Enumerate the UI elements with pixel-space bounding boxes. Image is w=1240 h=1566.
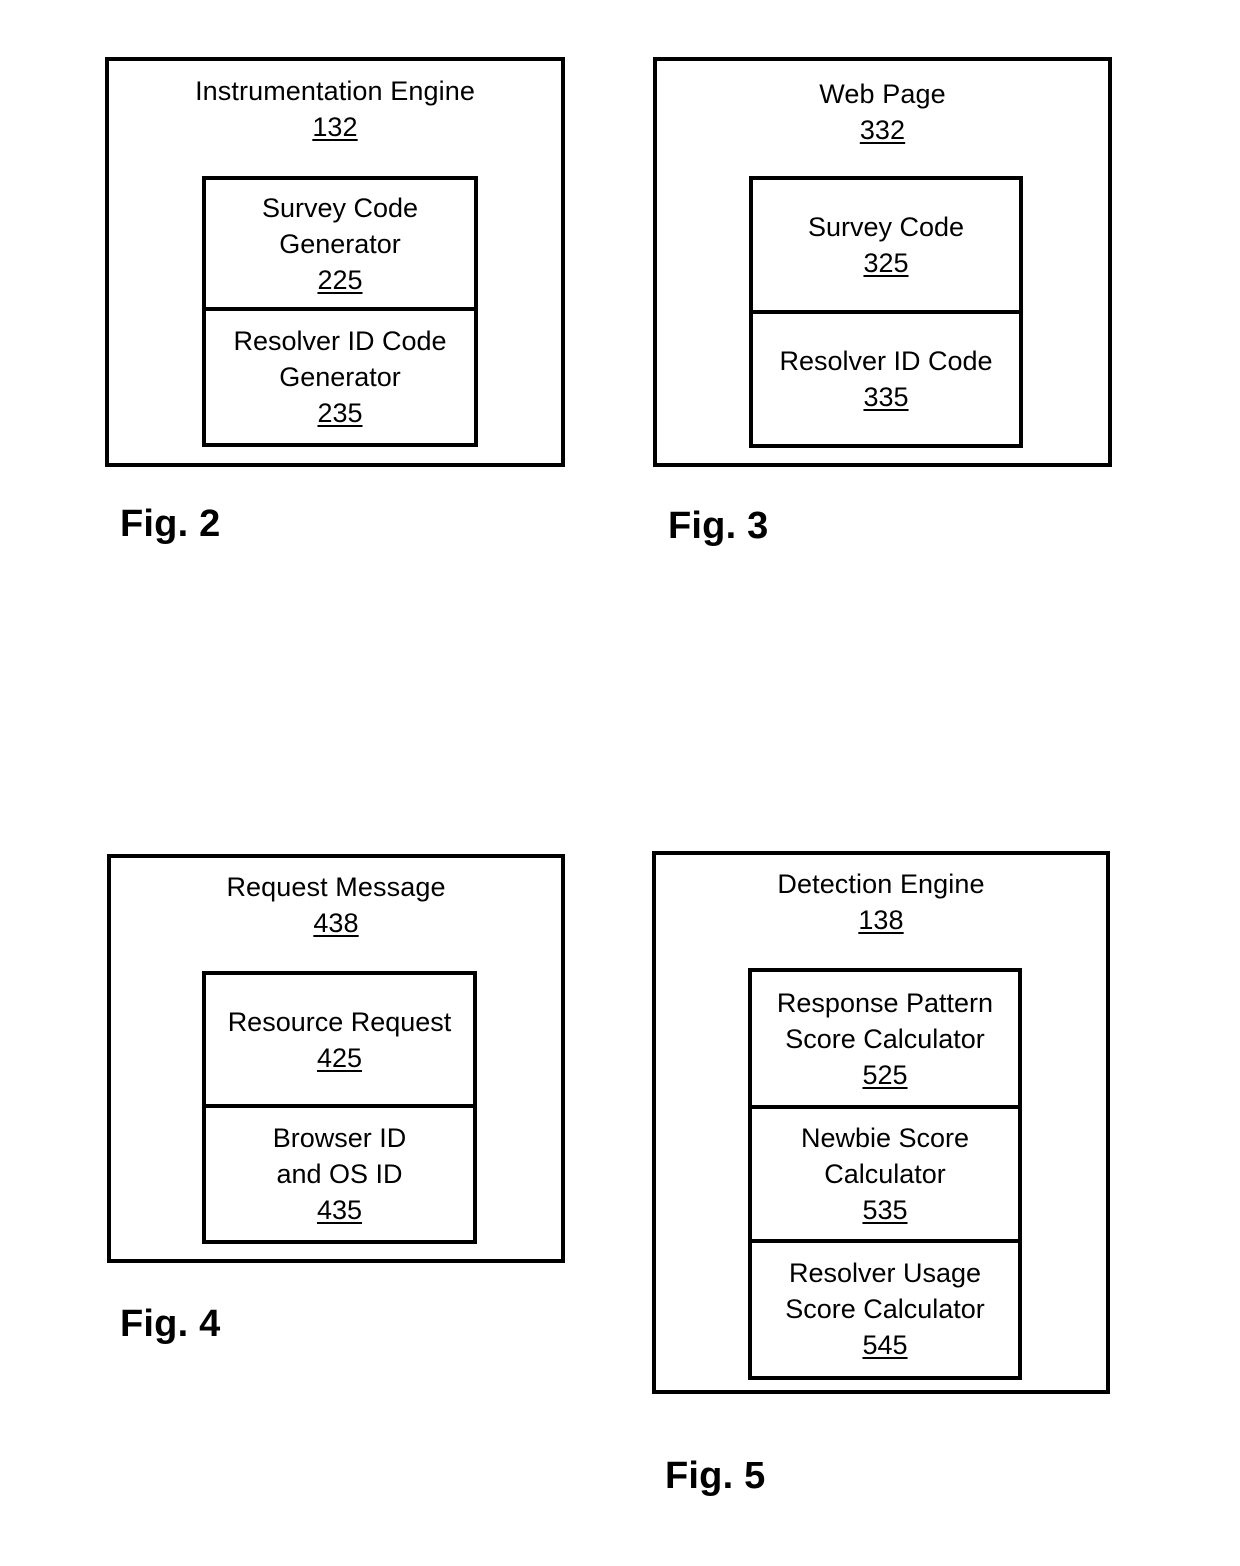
cell-line-1: Resolver ID Code — [779, 346, 993, 376]
response-pattern-score-calculator-cell: Response Pattern Score Calculator 525 — [752, 972, 1018, 1105]
box-reference-number: 132 — [312, 112, 358, 142]
cell-reference-number: 235 — [317, 398, 363, 429]
cell-line-1: Survey Code — [807, 212, 965, 242]
cell-line-2: Generator — [279, 362, 401, 393]
detection-engine-box: Detection Engine 138 Response Pattern Sc… — [652, 851, 1110, 1394]
web-page-title: Web Page 332 — [657, 76, 1108, 148]
box-title-text: Web Page — [819, 79, 946, 109]
survey-code-generator-cell: Survey Code Generator 225 — [206, 180, 474, 307]
cell-line-2: Score Calculator — [785, 1023, 985, 1054]
detection-engine-title: Detection Engine 138 — [656, 866, 1106, 938]
figure-4-caption: Fig. 4 — [120, 1303, 221, 1345]
resource-request-cell: Resource Request 425 — [206, 975, 473, 1104]
cell-reference-number: 535 — [862, 1195, 908, 1225]
web-page-box: Web Page 332 Survey Code 325 Resolver ID… — [653, 57, 1112, 467]
box-title-text: Request Message — [226, 872, 446, 902]
cell-line-1: Resolver Usage — [788, 1258, 982, 1289]
box-reference-number: 438 — [313, 908, 359, 938]
cell-reference-number: 335 — [863, 382, 909, 412]
figure-5-caption: Fig. 5 — [665, 1455, 766, 1497]
figure-2-caption: Fig. 2 — [120, 503, 221, 545]
request-message-modules: Resource Request 425 Browser ID and OS I… — [202, 971, 477, 1244]
resolver-id-code-generator-cell: Resolver ID Code Generator 235 — [206, 307, 474, 443]
resolver-usage-score-calculator-cell: Resolver Usage Score Calculator 545 — [752, 1238, 1018, 1376]
request-message-box: Request Message 438 Resource Request 425… — [107, 854, 565, 1263]
browser-id-and-os-id-cell: Browser ID and OS ID 435 — [206, 1104, 473, 1240]
instrumentation-engine-box: Instrumentation Engine 132 Survey Code G… — [105, 57, 565, 467]
cell-line-1: Response Pattern — [776, 987, 994, 1018]
cell-reference-number: 325 — [863, 248, 909, 278]
detection-engine-modules: Response Pattern Score Calculator 525 Ne… — [748, 968, 1022, 1380]
cell-line-1: Browser ID — [272, 1123, 407, 1154]
box-reference-number: 332 — [859, 115, 906, 145]
cell-reference-number: 525 — [862, 1059, 908, 1090]
figure-3-caption: Fig. 3 — [668, 505, 769, 547]
web-page-modules: Survey Code 325 Resolver ID Code 335 — [749, 176, 1023, 448]
cell-line-1: Newbie Score — [800, 1123, 970, 1153]
box-title-text: Detection Engine — [777, 869, 985, 899]
cell-reference-number: 435 — [316, 1195, 363, 1226]
newbie-score-calculator-cell: Newbie Score Calculator 535 — [752, 1105, 1018, 1238]
cell-reference-number: 545 — [862, 1330, 908, 1361]
box-title-text: Instrumentation Engine — [195, 76, 475, 106]
instrumentation-engine-title: Instrumentation Engine 132 — [109, 73, 561, 145]
cell-line-2: Score Calculator — [785, 1294, 985, 1325]
cell-line-1: Survey Code — [261, 192, 419, 223]
survey-code-cell: Survey Code 325 — [753, 180, 1019, 310]
resolver-id-code-cell: Resolver ID Code 335 — [753, 310, 1019, 444]
cell-line-1: Resource Request — [227, 1006, 452, 1037]
box-reference-number: 138 — [858, 905, 904, 935]
cell-reference-number: 425 — [316, 1042, 363, 1073]
cell-line-2: Calculator — [824, 1159, 946, 1189]
cell-line-2: and OS ID — [276, 1159, 403, 1190]
cell-line-1: Resolver ID Code — [233, 326, 447, 357]
instrumentation-engine-modules: Survey Code Generator 225 Resolver ID Co… — [202, 176, 478, 447]
request-message-title: Request Message 438 — [111, 869, 561, 941]
cell-reference-number: 225 — [317, 264, 363, 295]
cell-line-2: Generator — [279, 228, 401, 259]
